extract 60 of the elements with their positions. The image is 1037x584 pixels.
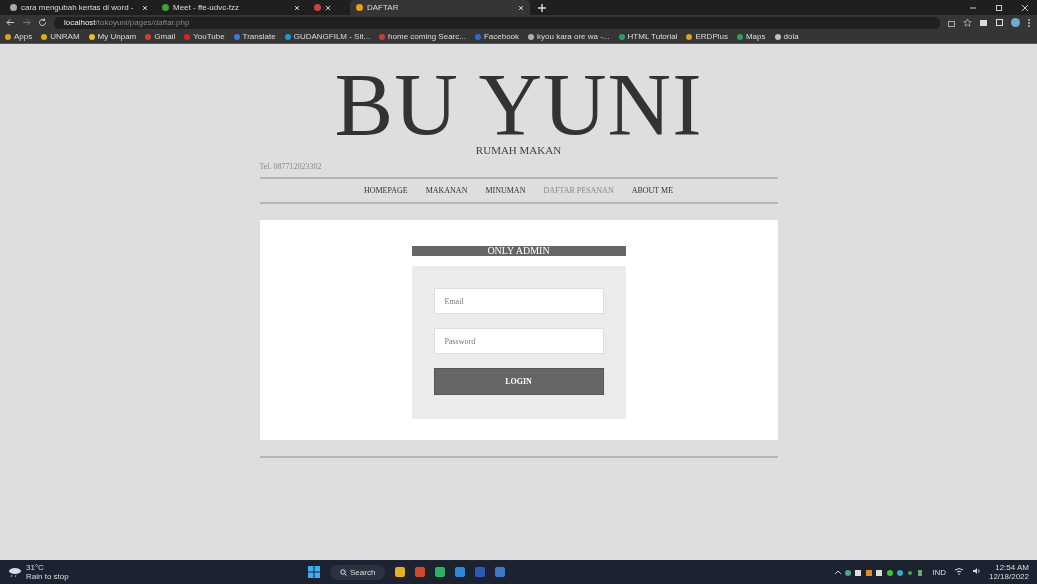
bookmark-item[interactable]: Apps (5, 32, 33, 41)
close-icon[interactable] (294, 4, 300, 11)
nav-link[interactable]: MAKANAN (425, 186, 468, 195)
bookmark-item[interactable]: Maps (736, 32, 766, 41)
favicon-icon (356, 4, 363, 11)
bookmark-item[interactable]: My Unpam (88, 32, 137, 41)
menu-icon[interactable] (1027, 17, 1031, 28)
tray-icons[interactable] (834, 567, 925, 577)
app-icon[interactable] (495, 567, 506, 577)
bookmark-item[interactable]: UNRAM (41, 32, 80, 41)
login-button[interactable]: LOGIN (433, 368, 604, 395)
clock-time[interactable]: 12:54 AM (995, 563, 1029, 572)
app-icon[interactable] (435, 567, 446, 577)
profile-avatar[interactable] (1011, 18, 1020, 27)
site-title: BU YUNI (333, 68, 704, 142)
app-icon[interactable] (455, 567, 466, 577)
temperature: 31°C (26, 563, 45, 572)
sidebar-icon[interactable] (995, 18, 1004, 27)
favicon-icon (10, 4, 17, 11)
wifi-icon[interactable] (953, 567, 964, 577)
close-icon[interactable] (142, 4, 148, 11)
app-icon[interactable] (415, 567, 426, 577)
star-icon[interactable] (963, 18, 972, 27)
bookmark-item[interactable]: YouTube (184, 32, 225, 41)
weather-condition: Rain to stop (26, 572, 69, 581)
forward-icon[interactable] (22, 18, 31, 27)
bookmark-item[interactable]: GUDANGFILM - Sit... (284, 32, 371, 41)
bookmark-item[interactable]: home coming Searc... (379, 32, 466, 41)
search-icon (340, 568, 347, 576)
bookmark-item[interactable]: kyou kara ore wa -... (528, 32, 610, 41)
browser-tab[interactable]: cara mengubah kertas di word - (4, 0, 154, 15)
bookmark-item[interactable]: Translate (233, 32, 276, 41)
phone-number: Tel. 087712023302 (259, 162, 778, 179)
browser-tab[interactable]: DAFTAR (350, 0, 530, 15)
back-icon[interactable] (6, 18, 15, 27)
reload-icon[interactable] (38, 18, 47, 27)
search-field[interactable]: Search (330, 564, 386, 580)
nav-link[interactable]: MINUMAN (485, 186, 526, 195)
bookmark-item[interactable]: dola (774, 32, 799, 41)
app-icon[interactable] (395, 567, 406, 577)
language-indicator[interactable]: IND (932, 567, 946, 577)
address-field[interactable]: localhost/tokoyuni/pages/daftar.php (54, 16, 940, 29)
bookmark-item[interactable]: Gmail (145, 32, 176, 41)
password-field[interactable]: Password (433, 328, 604, 354)
bookmark-item[interactable]: Facebook (474, 32, 520, 41)
nav-link[interactable]: ABOUT ME (631, 186, 674, 195)
close-icon[interactable] (518, 4, 524, 11)
email-field[interactable]: Email (433, 288, 604, 314)
close-icon[interactable] (325, 4, 331, 11)
nav-link[interactable]: HOMEPAGE (363, 186, 408, 195)
cloud-rain-icon (8, 566, 22, 578)
bookmark-item[interactable]: HTML Tutorial (618, 32, 678, 41)
login-heading: ONLY ADMIN (411, 246, 626, 256)
favicon-icon (162, 4, 169, 11)
site-subtitle: RUMAH MAKAN (474, 144, 563, 156)
bookmark-item[interactable]: ERDPlus (686, 32, 728, 41)
browser-tab[interactable]: Meet - ffe-udvc-fzz (156, 0, 306, 15)
favicon-icon (314, 4, 321, 11)
clock-date[interactable]: 12/18/2022 (988, 572, 1029, 581)
start-icon[interactable] (308, 566, 320, 578)
